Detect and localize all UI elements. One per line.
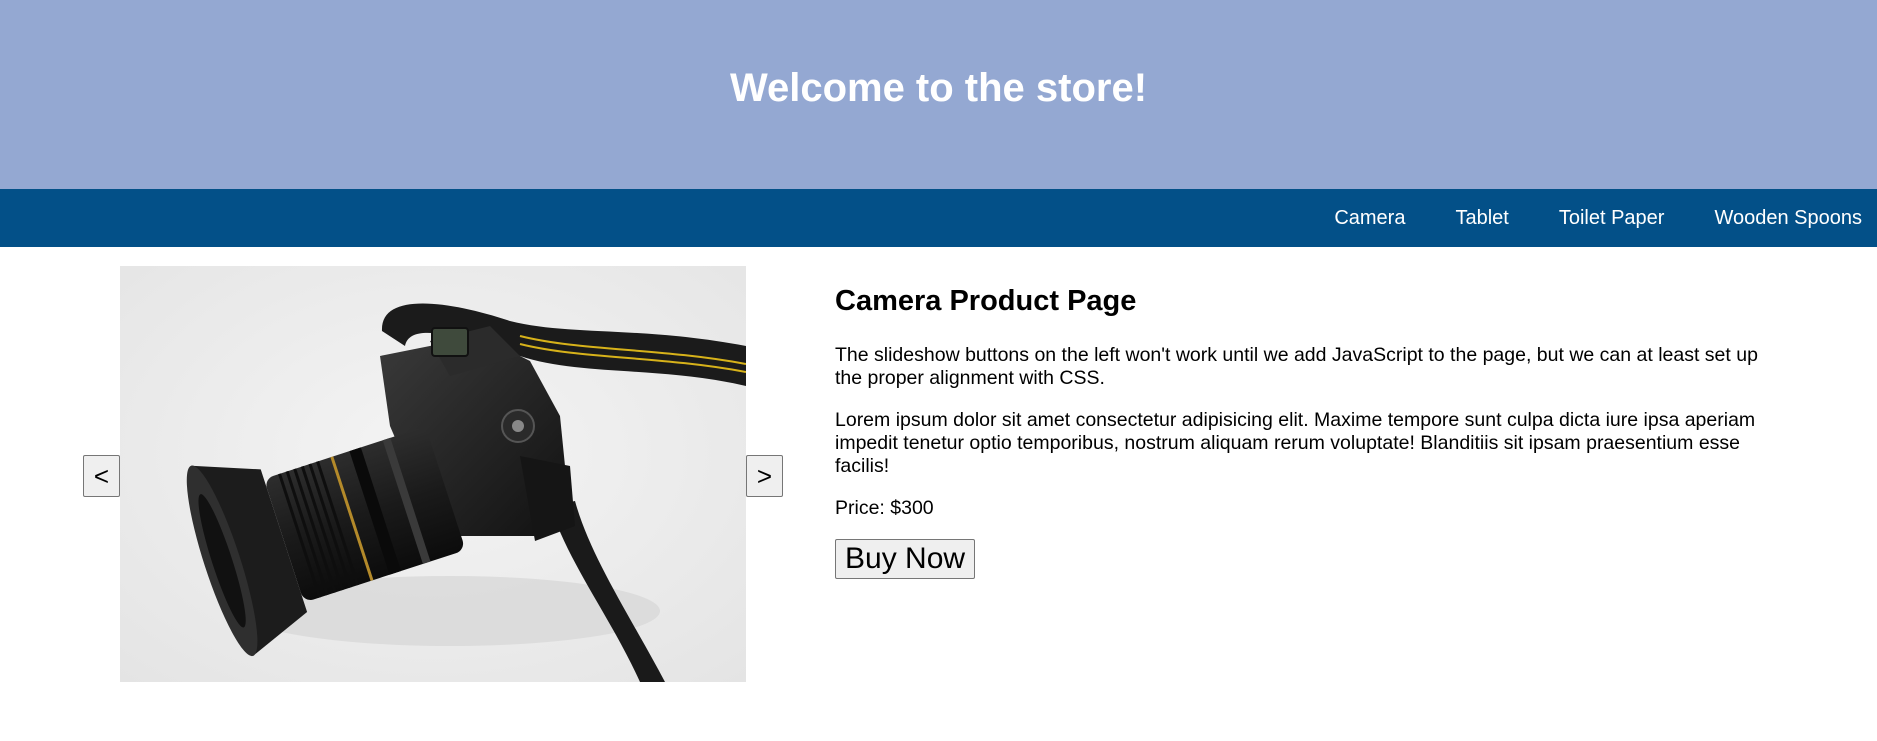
- main-content: < > Camera Product Page The slideshow bu…: [0, 247, 1877, 741]
- nav-item-wooden-spoons[interactable]: Wooden Spoons: [1714, 207, 1862, 230]
- nav-item-tablet[interactable]: Tablet: [1455, 207, 1508, 230]
- top-nav: Camera Tablet Toilet Paper Wooden Spoons: [0, 189, 1877, 247]
- header-banner: Welcome to the store!: [0, 0, 1877, 189]
- nav-item-toilet-paper[interactable]: Toilet Paper: [1559, 207, 1665, 230]
- nav-item-camera[interactable]: Camera: [1334, 207, 1405, 230]
- slideshow-image: [120, 266, 746, 682]
- product-price: Price: $300: [835, 497, 934, 519]
- product-description-1: The slideshow buttons on the left won't …: [835, 344, 1758, 389]
- page-title: Welcome to the store!: [729, 66, 1148, 110]
- product-info: Camera Product Page The slideshow button…: [835, 285, 1785, 579]
- product-description-2: Lorem ipsum dolor sit amet consectetur a…: [835, 409, 1756, 477]
- buy-now-button[interactable]: Buy Now: [835, 539, 976, 579]
- slideshow-next-button[interactable]: >: [746, 455, 783, 497]
- camera-photo: [120, 266, 746, 682]
- slideshow-prev-button[interactable]: <: [83, 455, 120, 497]
- product-title: Camera Product Page: [835, 285, 1137, 317]
